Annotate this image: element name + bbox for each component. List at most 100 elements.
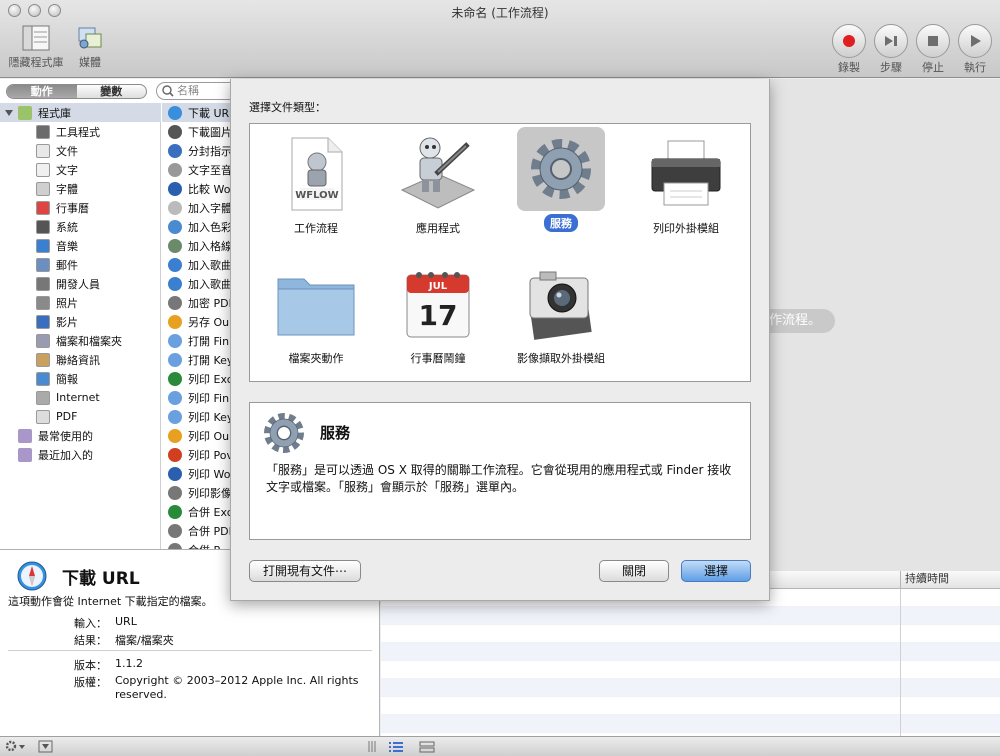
- action-item-label: 合併 PDF: [188, 524, 235, 538]
- input-label: 輸入：: [74, 617, 107, 630]
- category-icon: [36, 295, 50, 310]
- library-category[interactable]: 開發人員: [36, 274, 100, 293]
- printer-icon: [651, 140, 721, 206]
- library-category[interactable]: PDF: [36, 407, 77, 426]
- type-image-capture-plugin[interactable]: 影像擷取外掛模組: [506, 262, 616, 367]
- action-icon: [168, 390, 182, 405]
- library-category[interactable]: Internet: [36, 388, 100, 407]
- library-category[interactable]: 文字: [36, 160, 78, 179]
- library-category[interactable]: 簡報: [36, 369, 78, 388]
- description-divider: [8, 650, 372, 651]
- library-category-label: 照片: [56, 296, 78, 310]
- log-column-duration[interactable]: 持續時間: [900, 571, 949, 589]
- list-view-icon[interactable]: [388, 740, 404, 753]
- automator-window: 未命名 (工作流程) 隱藏程式庫 媒體 錄製 步驟 停止 執行 動作 變數 名稱…: [0, 0, 1000, 756]
- type-workflow-box: WFLOW: [272, 132, 360, 216]
- action-icon: [168, 523, 182, 538]
- type-service-label: 服務: [544, 214, 578, 232]
- action-item-label: 加入歌曲: [188, 277, 232, 291]
- action-item-label: 加入歌曲: [188, 258, 232, 272]
- library-category-label: 檔案和檔案夾: [56, 334, 122, 348]
- split-handle-icon[interactable]: [367, 741, 377, 752]
- tab-actions[interactable]: 動作: [7, 85, 77, 98]
- version-label: 版本：: [74, 659, 107, 672]
- action-item-label: 列印 Ou: [188, 429, 230, 443]
- description-summary: 這項動作會從 Internet 下載指定的檔案。: [8, 595, 213, 608]
- type-service-box: [517, 127, 605, 211]
- category-icon: [36, 181, 50, 196]
- type-workflow[interactable]: WFLOW 工作流程: [261, 132, 371, 237]
- step-button[interactable]: [874, 24, 908, 58]
- action-item-label: 加入格線: [188, 239, 232, 253]
- calendar-icon: JUL 17: [406, 272, 470, 338]
- run-button[interactable]: [958, 24, 992, 58]
- media-button[interactable]: 媒體: [68, 24, 112, 70]
- action-icon: [168, 105, 182, 120]
- dropdown-menu-icon[interactable]: [38, 740, 54, 753]
- choose-button[interactable]: 選擇: [681, 560, 751, 582]
- type-folder-action[interactable]: 檔案夾動作: [261, 262, 371, 367]
- copyright-value: Copyright © 2003–2012 Apple Inc. All rig…: [115, 674, 359, 701]
- library-category[interactable]: 影片: [36, 312, 78, 331]
- library-category[interactable]: 檔案和檔案夾: [36, 331, 122, 350]
- action-item-label: 比較 Wo: [188, 182, 231, 196]
- log-row: [381, 715, 1000, 733]
- action-item-label: 列印 Fin: [188, 391, 230, 405]
- library-category-label: 系統: [56, 220, 78, 234]
- category-icon: [36, 200, 50, 215]
- library-category[interactable]: 聯絡資訊: [36, 350, 100, 369]
- folder-icon: [277, 278, 355, 336]
- library-root[interactable]: 程式庫: [0, 103, 161, 122]
- action-item-label: 列印 Exc: [188, 372, 233, 386]
- smart-item-label: 最常使用的: [38, 429, 93, 443]
- result-label: 結果：: [74, 634, 107, 647]
- type-folder-action-label: 檔案夾動作: [288, 352, 344, 365]
- action-item-label: 合併 P: [188, 542, 220, 550]
- workflow-icon: WFLOW: [291, 137, 343, 211]
- smart-item-most-used[interactable]: 最常使用的: [18, 426, 93, 445]
- action-item-label: 列印 Key: [188, 410, 234, 424]
- library-category-label: 音樂: [56, 239, 78, 253]
- action-icon: [168, 428, 182, 443]
- open-existing-button[interactable]: 打開現有文件⋯: [249, 560, 361, 582]
- action-icon: [168, 409, 182, 424]
- camera-icon: [529, 271, 592, 340]
- library-category[interactable]: 行事曆: [36, 198, 89, 217]
- log-row: [381, 643, 1000, 661]
- type-application[interactable]: 應用程式: [383, 132, 493, 237]
- action-item-label: 另存 Ou: [188, 315, 230, 329]
- category-icon: [36, 276, 50, 291]
- category-icon: [36, 409, 50, 424]
- tab-variables[interactable]: 變數: [77, 85, 147, 98]
- category-icon: [36, 257, 50, 272]
- library-category[interactable]: 音樂: [36, 236, 78, 255]
- action-item-label: 加密 PDF: [188, 296, 235, 310]
- action-icon: [168, 257, 182, 272]
- smart-folder-icon: [18, 428, 32, 443]
- library-category[interactable]: 文件: [36, 141, 78, 160]
- action-icon: [168, 124, 182, 139]
- type-print-plugin[interactable]: 列印外掛模組: [631, 132, 741, 237]
- library-category[interactable]: 字體: [36, 179, 78, 198]
- hide-library-label: 隱藏程式庫: [8, 56, 64, 69]
- window-title: 未命名 (工作流程): [451, 6, 549, 20]
- smart-item-recent[interactable]: 最近加入的: [18, 445, 93, 464]
- action-icon: [168, 219, 182, 234]
- type-calendar-alarm[interactable]: JUL 17 行事曆鬧鐘: [383, 262, 493, 367]
- library-category[interactable]: 照片: [36, 293, 78, 312]
- result-value: 檔案/檔案夾: [115, 634, 174, 647]
- library-category[interactable]: 系統: [36, 217, 78, 236]
- action-icon: [168, 314, 182, 329]
- hide-library-button[interactable]: 隱藏程式庫: [6, 24, 66, 70]
- library-category[interactable]: 郵件: [36, 255, 78, 274]
- library-category[interactable]: 工具程式: [36, 122, 100, 141]
- action-item-label: 合併 Exc: [188, 505, 233, 519]
- close-button[interactable]: 關閉: [599, 560, 669, 582]
- gear-menu-icon[interactable]: [5, 740, 27, 753]
- smart-item-label: 最近加入的: [38, 448, 93, 462]
- column-view-icon[interactable]: [419, 740, 435, 753]
- stop-button[interactable]: [916, 24, 950, 58]
- record-button[interactable]: [832, 24, 866, 58]
- type-service[interactable]: 服務: [506, 127, 616, 232]
- library-category-label: 郵件: [56, 258, 78, 272]
